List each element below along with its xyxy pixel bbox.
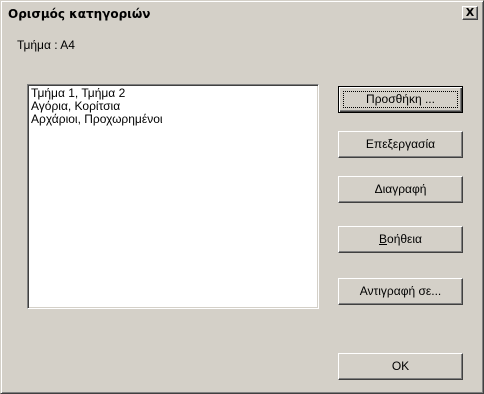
copy-to-button[interactable]: Αντιγραφή σε... — [338, 278, 463, 305]
list-item[interactable]: Αρχάριοι, Προχωρημένοι — [31, 113, 315, 126]
copy-to-button-label: Αντιγραφή σε... — [359, 284, 442, 298]
edit-button-label: Επεξεργασία — [365, 137, 436, 151]
ok-button[interactable]: OK — [338, 353, 463, 380]
add-button-label: Προσθήκη ... — [366, 92, 435, 106]
window-title: Ορισμός κατηγοριών — [8, 7, 151, 21]
ok-button-label: OK — [391, 359, 410, 373]
help-button[interactable]: Βοήθεια — [338, 226, 463, 253]
categories-dialog: Ορισμός κατηγοριών X Τμήμα : Α4 Τμήμα 1,… — [0, 0, 484, 394]
title-bar[interactable]: Ορισμός κατηγοριών X — [4, 4, 480, 24]
close-button[interactable]: X — [462, 6, 478, 20]
close-icon: X — [465, 6, 475, 19]
add-button[interactable]: Προσθήκη ... — [338, 86, 463, 113]
delete-button-label: Διαγραφή — [374, 182, 427, 196]
edit-button[interactable]: Επεξεργασία — [338, 131, 463, 158]
section-label: Τμήμα : Α4 — [17, 38, 75, 52]
help-button-label: Βοήθεια — [379, 232, 422, 246]
delete-button[interactable]: Διαγραφή — [338, 176, 463, 203]
categories-listbox[interactable]: Τμήμα 1, Τμήμα 2 Αγόρια, Κορίτσια Αρχάρι… — [27, 84, 319, 309]
